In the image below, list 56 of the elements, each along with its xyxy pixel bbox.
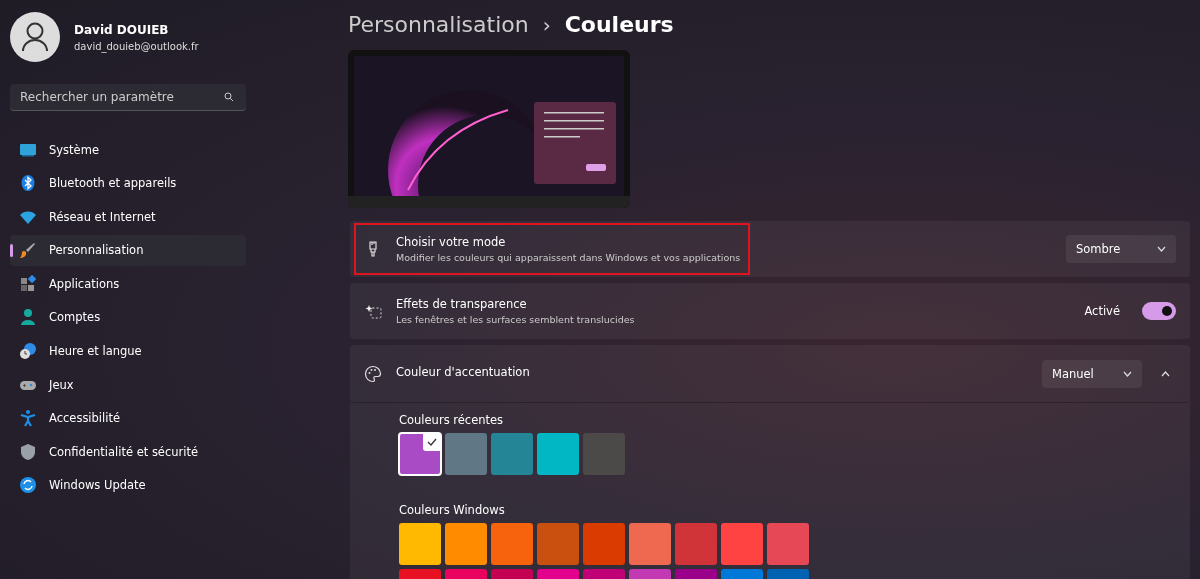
setting-description: Modifier les couleurs qui apparaissent dans Windows et vos applications [396, 252, 741, 263]
palette-icon [364, 364, 382, 383]
update-icon [19, 476, 37, 495]
chevron-down-icon [1123, 370, 1132, 377]
chevron-down-icon [1157, 246, 1166, 252]
color-swatch[interactable] [399, 433, 441, 475]
search-field[interactable]: Rechercher un paramètre [10, 84, 246, 111]
breadcrumb-separator: › [542, 12, 551, 37]
color-swatch[interactable] [583, 523, 625, 565]
apps-icon [19, 274, 37, 293]
sidebar-item[interactable]: Comptes [10, 301, 246, 333]
setting-title: Couleur d'accentuation [396, 365, 530, 379]
sidebar-item[interactable]: Jeux [10, 369, 246, 401]
section-label: Couleurs récentes [399, 413, 505, 427]
color-swatch[interactable] [767, 523, 809, 565]
sidebar-item[interactable]: Windows Update [10, 469, 246, 501]
mode-dropdown[interactable]: Sombre [1066, 235, 1176, 263]
color-swatch[interactable] [583, 433, 625, 475]
user-name: David DOUIEB [74, 22, 170, 37]
accent-dropdown[interactable]: Manuel [1042, 359, 1142, 388]
page-title: Couleurs [564, 12, 674, 37]
person-icon [19, 308, 37, 327]
breadcrumb-link[interactable]: Personnalisation [348, 12, 529, 37]
setting-title: Effets de transparence [396, 297, 528, 311]
shield-icon [19, 442, 37, 461]
brush-icon [19, 241, 37, 260]
setting-description: Les fenêtres et les surfaces semblent translucides [396, 314, 635, 325]
color-swatch[interactable] [537, 433, 579, 475]
color-swatch[interactable] [491, 433, 533, 475]
user-email: david_douieb@outlook.fr [74, 40, 199, 52]
color-swatch[interactable] [491, 523, 533, 565]
clock-icon [19, 342, 37, 361]
chevron-up-icon [1160, 370, 1170, 377]
toggle-state-label: Activé [1084, 304, 1120, 318]
sidebar-item[interactable]: Réseau et Internet [10, 201, 246, 233]
sidebar-item[interactable]: Confidentialité et sécurité [10, 436, 246, 468]
sidebar-item[interactable]: Heure et langue [10, 335, 246, 367]
color-swatch[interactable] [675, 523, 717, 565]
setting-title: Choisir votre mode [396, 235, 507, 249]
sidebar-item[interactable]: Système [10, 134, 246, 165]
color-swatch[interactable] [537, 523, 579, 565]
section-label: Couleurs Windows [399, 503, 506, 517]
sidebar-item[interactable]: Applications [10, 268, 246, 300]
search-icon [224, 92, 234, 102]
color-swatch[interactable] [399, 523, 441, 565]
color-swatch[interactable] [721, 523, 763, 565]
sidebar-item[interactable]: Personnalisation [10, 234, 246, 266]
accessibility-icon [19, 409, 37, 428]
color-swatch[interactable] [629, 523, 671, 565]
bluetooth-icon [19, 174, 37, 193]
sidebar-item[interactable]: Accessibilité [10, 402, 246, 434]
sidebar-item[interactable]: Bluetooth et appareils [10, 167, 246, 199]
color-swatch[interactable] [445, 433, 487, 475]
toggle-switch[interactable] [1142, 302, 1176, 320]
color-swatch[interactable] [445, 523, 487, 565]
avatar-icon [10, 12, 60, 62]
